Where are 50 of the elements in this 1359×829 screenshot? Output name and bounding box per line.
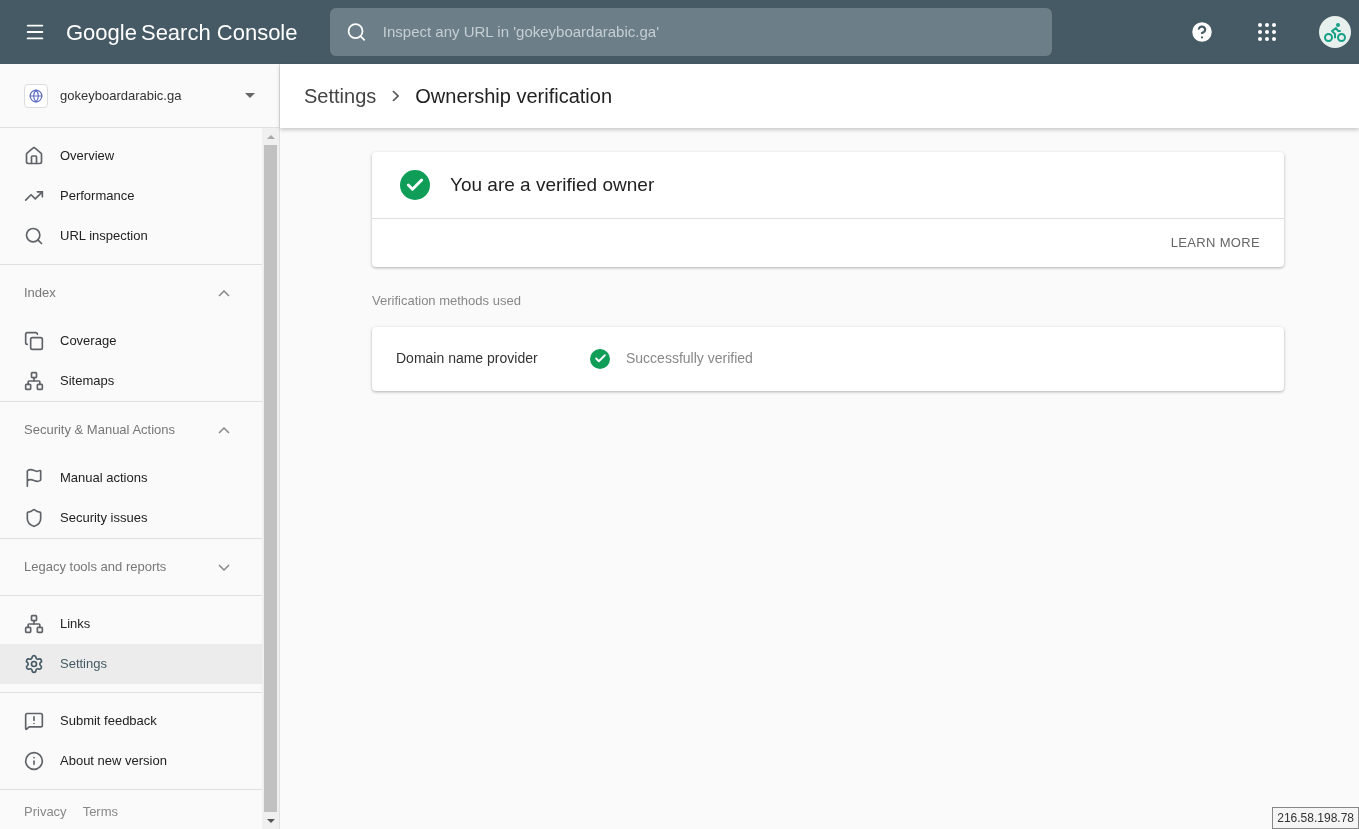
method-name: Domain name provider	[396, 349, 539, 368]
settings-icon	[24, 654, 44, 674]
learn-more-button[interactable]: LEARN MORE	[1170, 233, 1260, 253]
page-title: Ownership verification	[415, 84, 612, 109]
search-field[interactable]: Inspect any URL in 'gokeyboardarabic.ga'	[330, 8, 1052, 56]
nav-item[interactable]: Manual actions	[0, 458, 262, 498]
section-header[interactable]: Security & Manual Actions	[0, 402, 262, 458]
info-icon	[24, 751, 44, 771]
footer-link[interactable]: Privacy	[24, 802, 67, 822]
home-icon	[24, 146, 44, 166]
apps-icon[interactable]	[1255, 20, 1279, 44]
dropdown-caret-icon	[245, 93, 255, 98]
nav-item[interactable]: Performance	[0, 176, 262, 216]
chevron-right-icon	[392, 90, 400, 102]
network-icon	[24, 614, 44, 634]
footer-link[interactable]: Terms	[82, 802, 118, 822]
nav-item[interactable]: URL inspection	[0, 216, 262, 256]
sitemap-icon	[24, 371, 44, 391]
property-name: gokeyboardarabic.ga	[60, 86, 182, 105]
breadcrumb-link[interactable]: Settings	[304, 81, 377, 111]
product-name: Search Console	[140, 18, 298, 47]
chevron-up-icon	[218, 289, 230, 297]
nav-item[interactable]: Settings	[0, 644, 262, 684]
nav-item[interactable]: Sitemaps	[0, 361, 262, 401]
status-text: Successfully verified	[626, 349, 753, 368]
section-header[interactable]: Index	[0, 265, 262, 321]
feedback-icon	[24, 711, 44, 731]
search-icon	[24, 226, 44, 246]
card-title: You are a verified owner	[450, 172, 655, 197]
search-icon	[346, 21, 367, 43]
nav-item[interactable]: Overview	[0, 136, 262, 176]
avatar[interactable]	[1319, 16, 1351, 48]
chevron-down-icon	[218, 563, 230, 571]
chevron-up-icon	[218, 426, 230, 434]
shield-icon	[24, 508, 44, 528]
search-input[interactable]: Inspect any URL in 'gokeyboardarabic.ga'	[382, 20, 1036, 44]
flag-icon	[24, 468, 44, 488]
nav-item[interactable]: Links	[0, 604, 262, 644]
section-header[interactable]: Legacy tools and reports	[0, 539, 262, 595]
help-icon[interactable]	[1189, 19, 1215, 45]
section-heading: Verification methods used	[372, 292, 522, 310]
nav-item[interactable]: Security issues	[0, 498, 262, 538]
scrollbar[interactable]	[262, 128, 279, 829]
nav-item[interactable]: Submit feedback	[0, 701, 262, 741]
globe-icon	[24, 83, 48, 108]
nav-item[interactable]: Coverage	[0, 321, 262, 361]
copy-icon	[24, 331, 44, 351]
logo-text: Google	[66, 18, 137, 47]
nav-item[interactable]: About new version	[0, 741, 262, 781]
ip-tooltip: 216.58.198.78	[1272, 807, 1359, 829]
